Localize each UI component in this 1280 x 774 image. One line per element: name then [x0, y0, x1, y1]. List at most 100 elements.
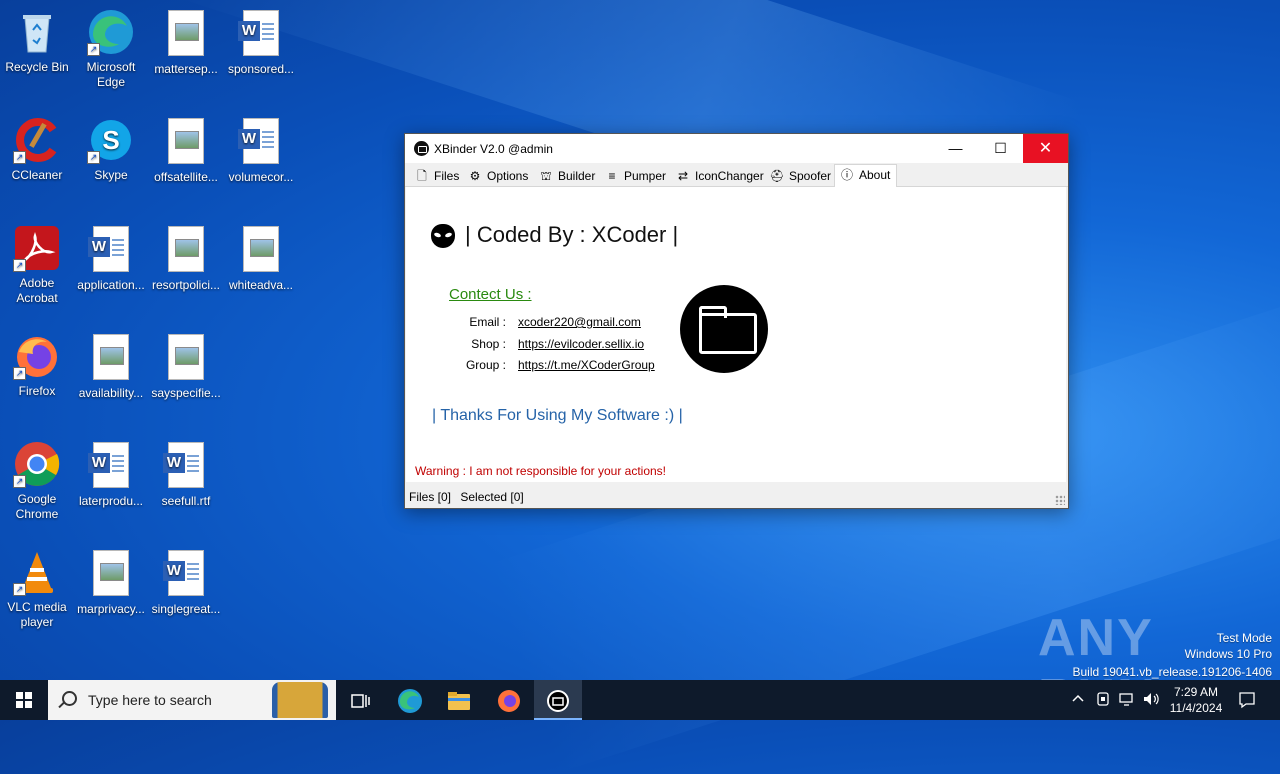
desktop-icon-label: sayspecifie...	[151, 386, 221, 400]
taskbar-edge-button[interactable]	[386, 680, 434, 720]
notification-icon[interactable]	[1238, 691, 1256, 731]
desktop-icon-firefox[interactable]: ↗ Firefox	[0, 332, 74, 399]
desktop-icon-vlc[interactable]: ↗ VLC media player	[0, 548, 74, 630]
tray-device-icon[interactable]	[1095, 691, 1111, 731]
taskbar-explorer-button[interactable]	[435, 680, 483, 720]
tab-label: Pumper	[624, 169, 667, 183]
edge-icon	[398, 689, 422, 714]
tab-label: Options	[487, 169, 529, 183]
desktop-icon-file[interactable]: resortpolici...	[149, 224, 223, 293]
tab-label: Builder	[558, 169, 596, 183]
desktop-icon-label: Skype	[94, 168, 128, 182]
tab-about[interactable]: ⓘ About	[834, 164, 898, 188]
taskbar-xbinder-button[interactable]	[534, 680, 582, 720]
system-clock[interactable]: 7:29 AM 11/4/2024	[1162, 684, 1230, 716]
window-title: XBinder V2.0 @admin	[434, 142, 553, 156]
email-link[interactable]: xcoder220@gmail.com	[518, 315, 641, 329]
email-label: Email :	[469, 315, 506, 329]
desktop-icon-skype[interactable]: S ↗ Skype	[74, 116, 148, 183]
acrobat-icon: ↗	[13, 224, 61, 272]
desktop-icon-label: Google Chrome	[15, 492, 59, 521]
resize-grip[interactable]	[1055, 495, 1065, 505]
desktop-icon-file[interactable]: availability...	[74, 332, 148, 401]
ccleaner-icon: ↗	[13, 116, 61, 164]
network-icon[interactable]	[1118, 691, 1136, 731]
recycle-bin-icon	[13, 8, 61, 56]
close-button[interactable]: ✕	[1023, 134, 1068, 163]
group-link[interactable]: https://t.me/XCoderGroup	[518, 358, 655, 372]
folder-icon	[680, 285, 768, 373]
edge-icon: ↗	[87, 8, 135, 56]
word-file-icon: W	[162, 550, 210, 598]
tray-chevron-icon[interactable]	[1071, 691, 1085, 731]
tab-iconchanger[interactable]: ⇄ IconChanger	[675, 166, 764, 186]
desktop-icon-label: marprivacy...	[77, 602, 145, 616]
desktop-icon-file[interactable]: W sponsored...	[224, 8, 298, 77]
desktop-icon-label: whiteadva...	[228, 278, 294, 292]
desktop-icon-file[interactable]: W singlegreat...	[149, 548, 223, 617]
vlc-icon: ↗	[13, 548, 61, 596]
taskbar-search[interactable]: Type here to search	[48, 680, 336, 720]
tab-files[interactable]: 🗋 Files	[414, 166, 459, 186]
file-icon: 🗋	[417, 169, 427, 183]
desktop-icon-file[interactable]: sayspecifie...	[149, 332, 223, 401]
xbinder-icon	[547, 690, 569, 713]
start-button[interactable]	[0, 680, 48, 720]
window-titlebar[interactable]: XBinder V2.0 @admin — ☐ ✕	[405, 134, 1068, 163]
spy-icon: ⛑	[769, 169, 785, 183]
image-file-icon	[162, 118, 210, 166]
minimize-button[interactable]: —	[933, 134, 978, 163]
desktop-icon-file[interactable]: W application...	[74, 224, 148, 293]
desktop-icon-file[interactable]: mattersep...	[149, 8, 223, 77]
clock-date: 11/4/2024	[1169, 701, 1223, 715]
desktop-icon-file[interactable]: W volumecor...	[224, 116, 298, 185]
tab-options[interactable]: ⚙ Options	[467, 166, 529, 186]
word-file-icon: W	[87, 442, 135, 490]
desktop-icon-label: resortpolici...	[151, 278, 221, 292]
tab-label: Spoofer	[789, 169, 832, 183]
coded-by-text: | Coded By : XCoder |	[465, 222, 679, 247]
shop-label: Shop :	[471, 337, 506, 351]
taskbar-firefox-button[interactable]	[485, 680, 533, 720]
desktop-icon-label: Recycle Bin	[5, 60, 69, 74]
tab-pumper[interactable]: ≡ Pumper	[604, 166, 666, 186]
xbinder-window[interactable]: XBinder V2.0 @admin — ☐ ✕ 🗋 Files ⚙ Option…	[404, 133, 1069, 509]
desktop-icon-file[interactable]: W laterprodu...	[74, 440, 148, 509]
image-file-icon	[162, 226, 210, 274]
tab-strip: 🗋 Files ⚙ Options ⛫ Builder ≡ Pumper ⇄ IconCh…	[405, 164, 1068, 188]
clock-time: 7:29 AM	[1173, 685, 1219, 699]
desktop-icon-file[interactable]: W seefull.rtf	[149, 440, 223, 509]
task-view-button[interactable]	[336, 680, 384, 720]
desktop-icon-recycle-bin[interactable]: Recycle Bin	[0, 8, 74, 75]
desktop-icon-acrobat[interactable]: ↗ Adobe Acrobat	[0, 224, 74, 306]
desktop-icon-label: sponsored...	[227, 62, 295, 76]
image-file-icon	[87, 334, 135, 382]
desktop-icon-label: Microsoft Edge	[86, 60, 136, 89]
skype-icon: S ↗	[87, 116, 135, 164]
image-file-icon	[237, 226, 285, 274]
build-text: Build 19041.vb_release.191206-1406	[1072, 665, 1273, 679]
desktop-icon-chrome[interactable]: ↗ Google Chrome	[0, 440, 74, 522]
word-file-icon: W	[87, 226, 135, 274]
build-icon: ⛫	[540, 169, 552, 183]
tab-label: About	[859, 168, 891, 182]
desktop-icon-file[interactable]: whiteadva...	[224, 224, 298, 293]
desktop-icon-label: VLC media player	[7, 600, 67, 629]
test-mode-text: Test Mode	[1216, 631, 1272, 645]
tab-builder[interactable]: ⛫ Builder	[538, 166, 595, 186]
desktop-icon-edge[interactable]: ↗ Microsoft Edge	[74, 8, 148, 90]
refresh-icon: ⇄	[677, 169, 689, 183]
group-label: Group :	[465, 358, 506, 372]
shop-link[interactable]: https://evilcoder.sellix.io	[518, 337, 644, 351]
image-file-icon	[162, 334, 210, 382]
tab-spoofer[interactable]: ⛑ Spoofer	[769, 166, 831, 186]
volume-icon[interactable]	[1142, 691, 1160, 731]
desktop-icon-label: laterprodu...	[78, 494, 144, 508]
desktop-icon-ccleaner[interactable]: ↗ CCleaner	[0, 116, 74, 183]
maximize-button[interactable]: ☐	[978, 134, 1023, 163]
desktop-icon-file[interactable]: marprivacy...	[74, 548, 148, 617]
selected-count: Selected [0]	[460, 490, 524, 504]
desktop-icon-file[interactable]: offsatellite...	[149, 116, 223, 185]
gear-icon: ⚙	[469, 169, 481, 183]
search-icon	[62, 691, 77, 706]
